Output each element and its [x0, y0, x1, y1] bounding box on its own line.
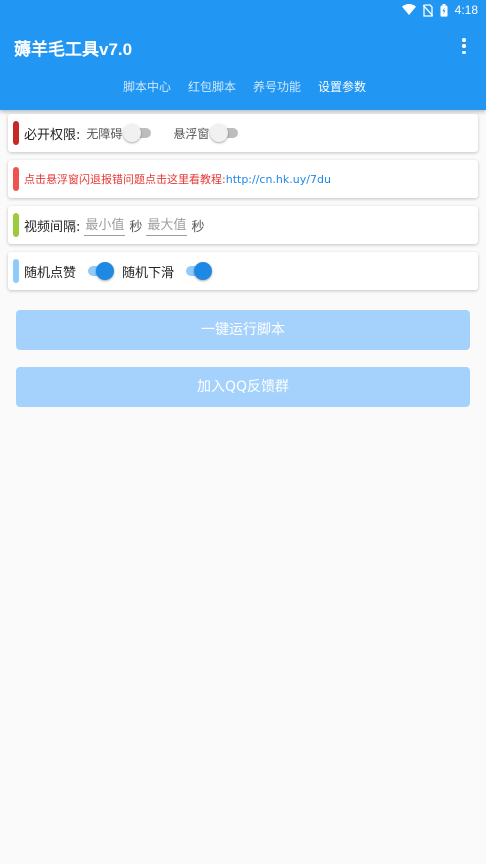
battery-icon: [440, 3, 448, 17]
tip-text: 点击悬浮窗闪退报错问题点击这里看教程:: [24, 173, 226, 186]
wifi-icon: [401, 4, 416, 15]
permissions-card: 必开权限: 无障碍 悬浮窗: [8, 114, 478, 152]
accessibility-switch[interactable]: [123, 124, 153, 142]
video-interval-card: 视频间隔: 最小值 秒 最大值 秒: [8, 206, 478, 244]
permissions-label: 必开权限:: [24, 127, 81, 143]
status-time: 4:18: [454, 3, 478, 17]
tab-bar: 脚本中心 红包脚本 养号功能 设置参数: [0, 78, 486, 104]
tutorial-tip-card[interactable]: 点击悬浮窗闪退报错问题点击这里看教程: http://cn.hk.uy/7du: [8, 160, 478, 198]
status-bar: 4:18: [0, 0, 486, 22]
random-like-switch[interactable]: [84, 262, 115, 280]
random-like-label: 随机点赞: [24, 265, 77, 281]
tab-script-center[interactable]: 脚本中心: [123, 78, 171, 95]
tab-account-nurture[interactable]: 养号功能: [253, 78, 301, 95]
app-title: 薅羊毛工具v7.0: [14, 40, 133, 59]
float-window-label: 悬浮窗: [173, 126, 210, 141]
tab-red-packet-script[interactable]: 红包脚本: [188, 78, 236, 95]
float-window-switch[interactable]: [210, 124, 240, 142]
tutorial-link[interactable]: http://cn.hk.uy/7du: [226, 173, 331, 186]
join-qq-group-button[interactable]: 加入QQ反馈群: [16, 367, 470, 407]
random-swipe-label: 随机下滑: [122, 265, 175, 281]
accessibility-label: 无障碍: [86, 126, 123, 141]
video-interval-label: 视频间隔:: [24, 219, 81, 235]
no-sim-icon: [422, 3, 433, 17]
random-actions-card: 随机点赞 随机下滑: [8, 252, 478, 290]
card-accent-bar: [13, 167, 19, 191]
card-accent-bar: [13, 213, 19, 237]
card-accent-bar: [13, 259, 19, 283]
run-script-button[interactable]: 一键运行脚本: [16, 310, 470, 350]
seconds-unit: 秒: [129, 219, 143, 235]
tab-settings[interactable]: 设置参数: [318, 78, 366, 95]
seconds-unit: 秒: [191, 219, 205, 235]
card-accent-bar: [13, 121, 19, 145]
max-interval-input[interactable]: 最大值: [146, 214, 188, 236]
more-vert-icon[interactable]: [458, 37, 470, 55]
random-swipe-switch[interactable]: [182, 262, 213, 280]
app-bar: 4:18 薅羊毛工具v7.0 脚本中心 红包脚本 养号功能 设置参数: [0, 0, 486, 110]
min-interval-input[interactable]: 最小值: [84, 214, 126, 236]
